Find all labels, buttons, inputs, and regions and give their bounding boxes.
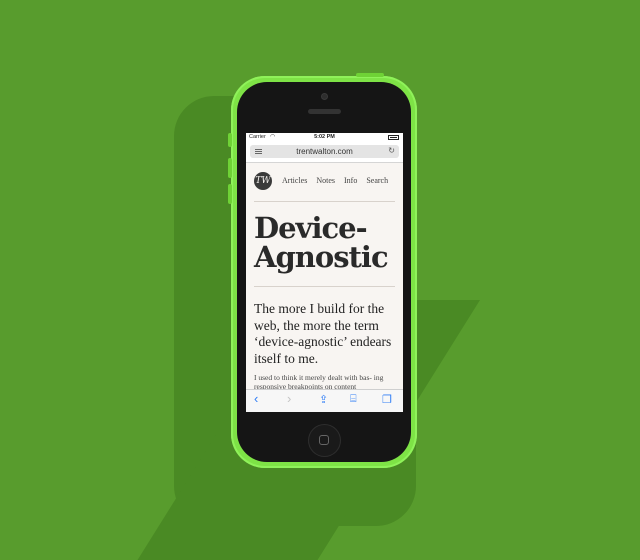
- nav-link-info[interactable]: Info: [344, 176, 357, 185]
- nav-link-notes[interactable]: Notes: [316, 176, 335, 185]
- article-title: Device- Agnostic: [254, 214, 395, 287]
- back-icon[interactable]: ‹: [254, 391, 258, 406]
- address-bar[interactable]: trentwalton.com ↻: [250, 145, 399, 158]
- status-bar: Carrier ◠ 5:02 PM: [246, 133, 403, 142]
- page-content: TW Articles Notes Info Search Device- Ag…: [246, 163, 403, 391]
- volume-down-button[interactable]: [228, 184, 232, 204]
- home-button[interactable]: [308, 424, 341, 457]
- forward-icon[interactable]: ›: [287, 391, 291, 406]
- status-time: 5:02 PM: [314, 134, 335, 140]
- article-intro: The more I build for the web, the more t…: [254, 301, 392, 366]
- browser-header: trentwalton.com ↻: [246, 142, 403, 163]
- battery-icon: [388, 135, 399, 140]
- volume-up-button[interactable]: [228, 158, 232, 178]
- nav-link-search[interactable]: Search: [366, 176, 388, 185]
- share-icon[interactable]: ⇪: [319, 393, 328, 406]
- phone-screen: Carrier ◠ 5:02 PM trentwalton.com ↻ TW A…: [246, 133, 403, 412]
- bookmarks-icon[interactable]: ⌸: [350, 393, 357, 406]
- url-text[interactable]: trentwalton.com: [250, 147, 399, 156]
- nav-link-articles[interactable]: Articles: [282, 176, 307, 185]
- mute-switch[interactable]: [228, 133, 232, 147]
- tabs-icon[interactable]: ❐: [382, 393, 392, 406]
- power-button[interactable]: [356, 73, 384, 77]
- reload-icon[interactable]: ↻: [388, 146, 395, 155]
- article-title-line2: Agnostic: [254, 240, 389, 274]
- nav-links: Articles Notes Info Search: [282, 176, 395, 185]
- speaker-grille: [308, 109, 341, 114]
- home-square-icon: [319, 435, 329, 445]
- site-logo[interactable]: TW: [254, 172, 272, 190]
- article-title-line1: Device-: [254, 211, 368, 245]
- site-nav: TW Articles Notes Info Search: [254, 163, 395, 202]
- camera-icon: [321, 93, 328, 100]
- browser-toolbar: ‹ › ⇪ ⌸ ❐: [246, 389, 403, 412]
